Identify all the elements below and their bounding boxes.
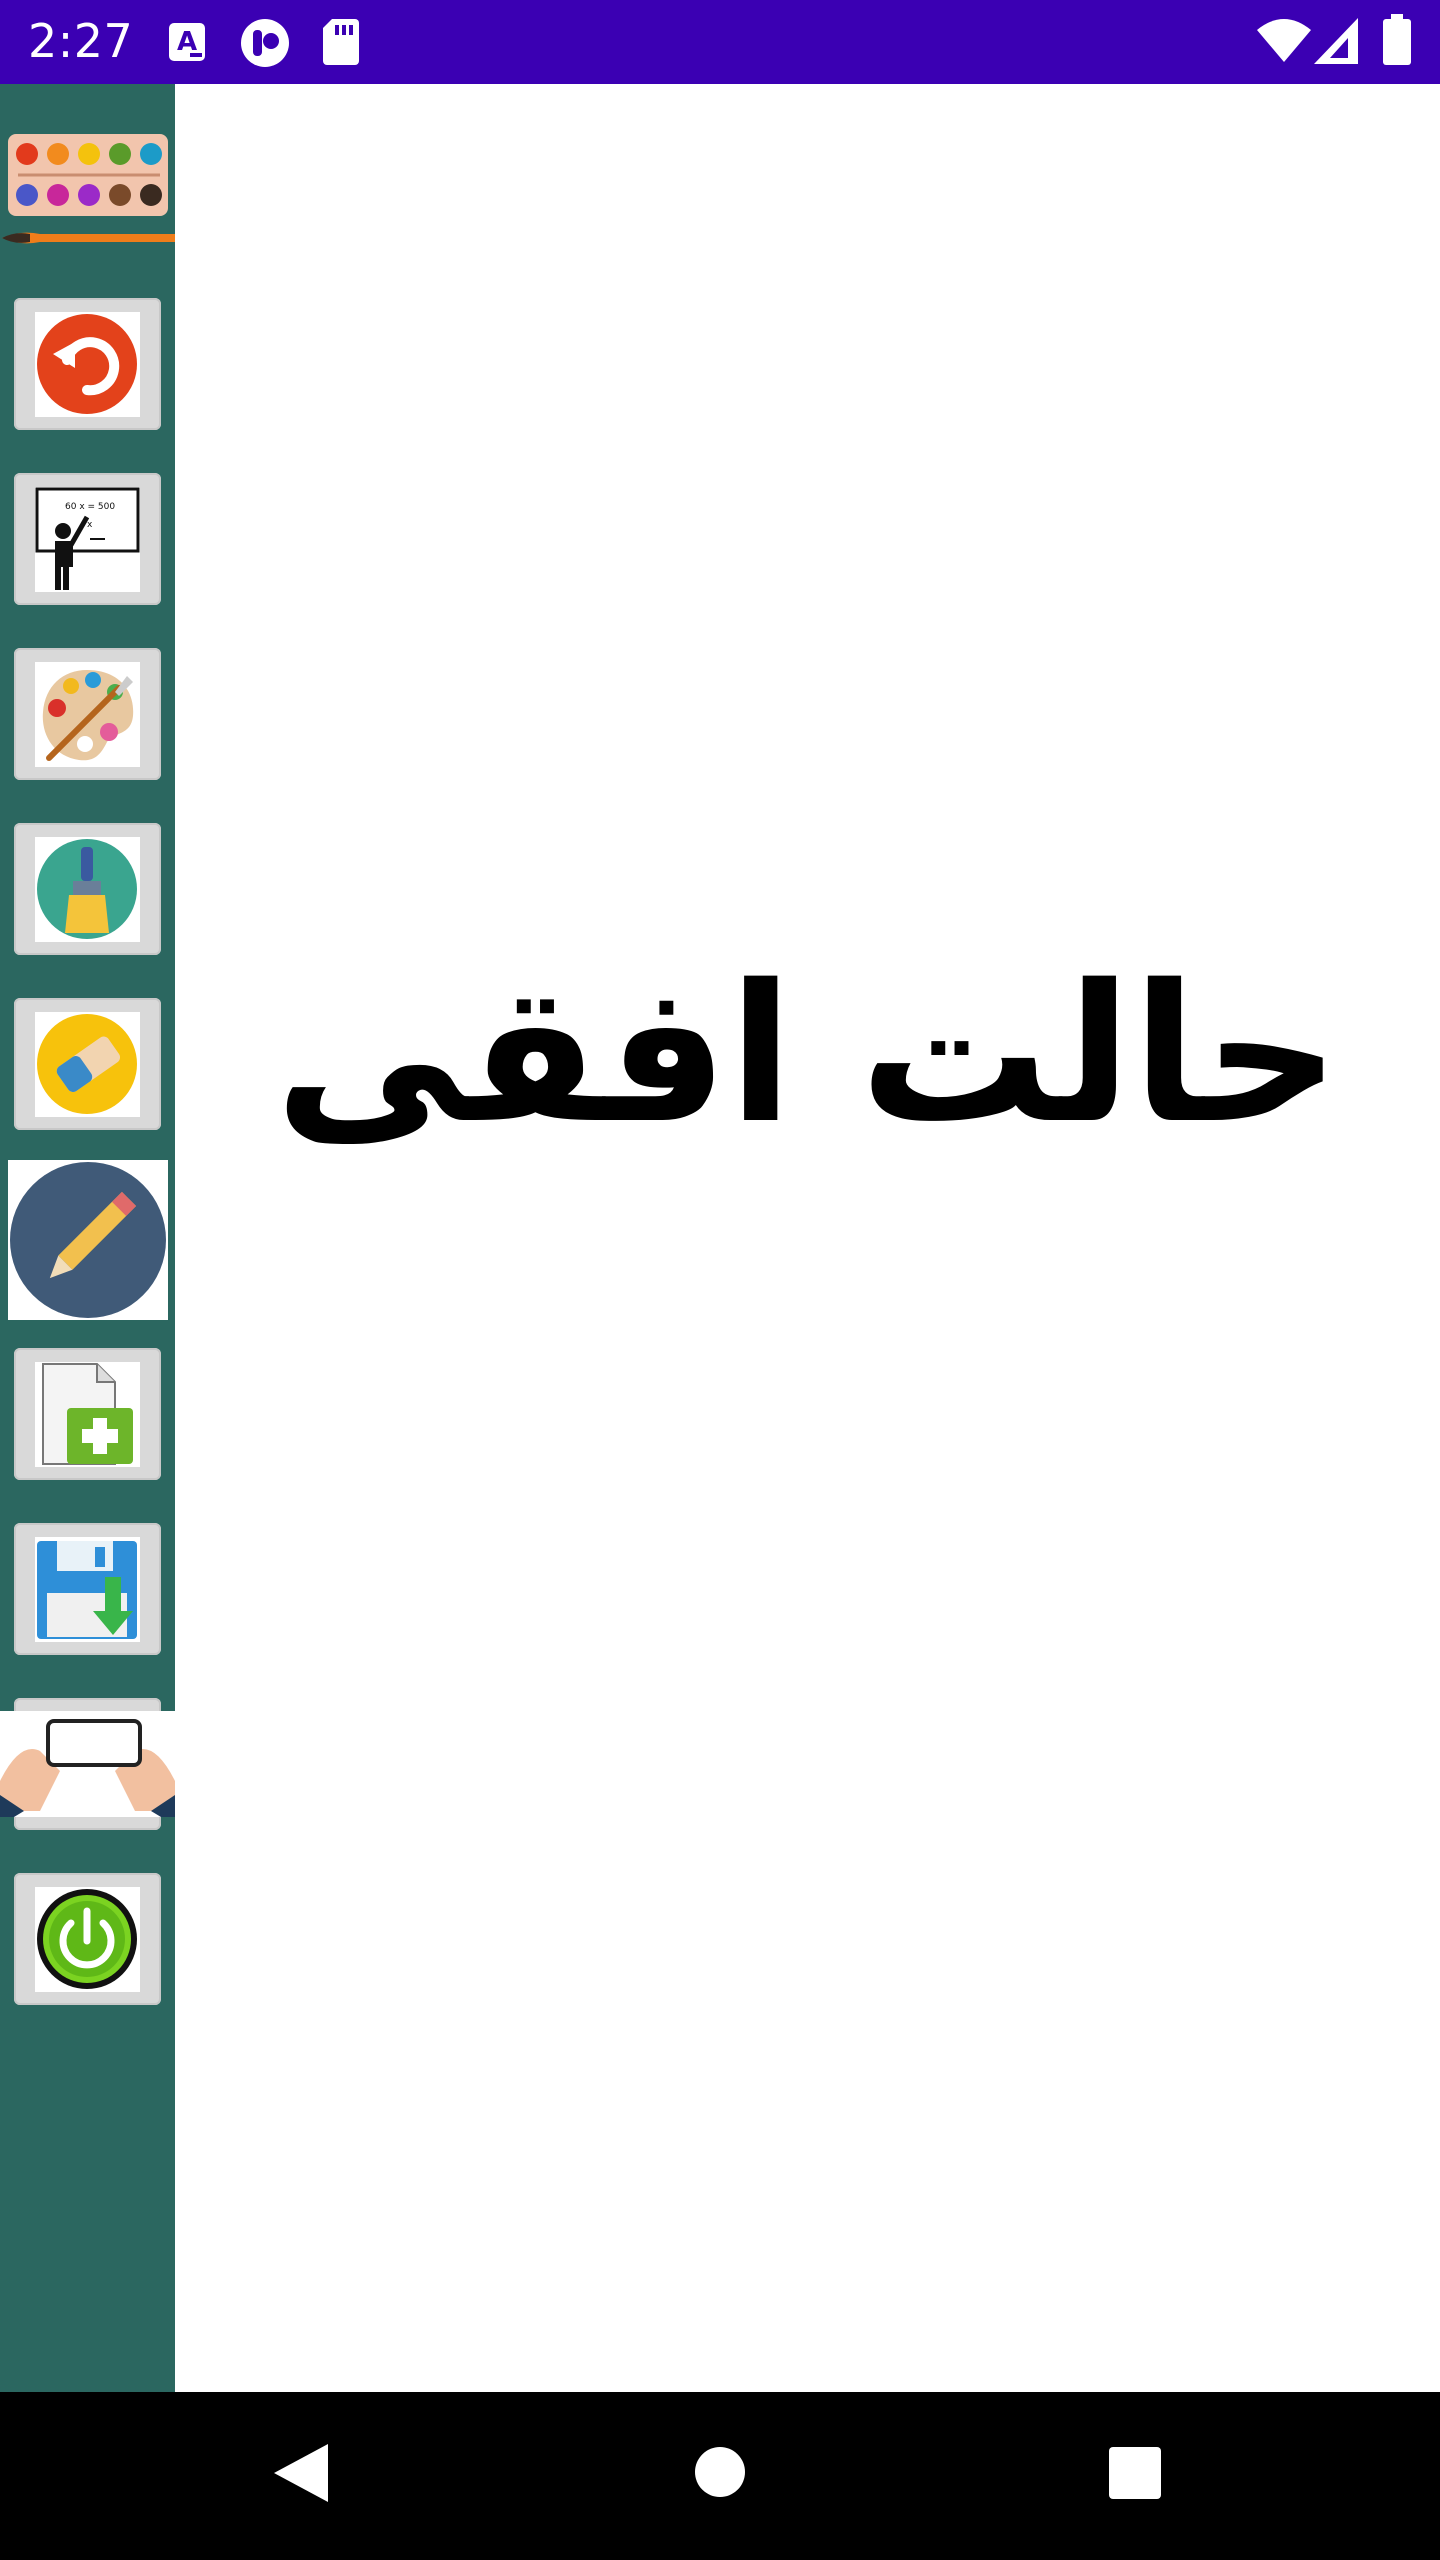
board-button[interactable]: 60 x = 500 x: [14, 473, 161, 605]
power-icon: [37, 1889, 137, 1989]
status-time: 2:27: [28, 14, 134, 68]
navigation-bar: [0, 2392, 1440, 2560]
paint-palette-brush-logo: [2, 134, 175, 244]
color-button[interactable]: [14, 648, 161, 780]
battery-icon: [1383, 14, 1411, 65]
pencil-icon: [10, 1162, 166, 1318]
teacher-board-icon: 60 x = 500 x: [35, 487, 140, 590]
eraser-icon: [37, 1014, 137, 1114]
brush-button[interactable]: [14, 823, 161, 955]
recents-icon[interactable]: [1108, 2446, 1162, 2500]
drawing-canvas[interactable]: حالت افقی: [175, 84, 1440, 2392]
save-icon: [37, 1541, 137, 1639]
back-icon[interactable]: [270, 2442, 330, 2504]
wifi-icon: [1257, 19, 1311, 62]
undo-button[interactable]: [14, 298, 161, 430]
home-icon[interactable]: [694, 2446, 746, 2498]
undo-icon: [37, 314, 137, 414]
app-icon: [241, 19, 289, 67]
new-file-button[interactable]: [14, 1348, 161, 1480]
status-bar: 2:27 A: [0, 0, 1440, 84]
sd-card-icon: [323, 19, 359, 65]
palette-icon: [42, 670, 134, 761]
tool-sidebar: 60 x = 500 x: [0, 84, 175, 2392]
svg-text:60 x = 500: 60 x = 500: [65, 502, 115, 512]
canvas-title: حالت افقی: [274, 944, 1341, 1165]
svg-text:A: A: [177, 27, 197, 57]
pencil-button[interactable]: [8, 1160, 168, 1320]
exit-button[interactable]: [14, 1873, 161, 2005]
new-file-icon: [42, 1363, 133, 1465]
phone-landscape-icon: [0, 1711, 175, 1817]
eraser-button[interactable]: [14, 998, 161, 1130]
signal-icon: [1314, 18, 1358, 64]
save-button[interactable]: [14, 1523, 161, 1655]
svg-text:x: x: [87, 520, 93, 530]
notification-a-icon: A: [169, 23, 205, 61]
brush-icon: [37, 839, 137, 939]
